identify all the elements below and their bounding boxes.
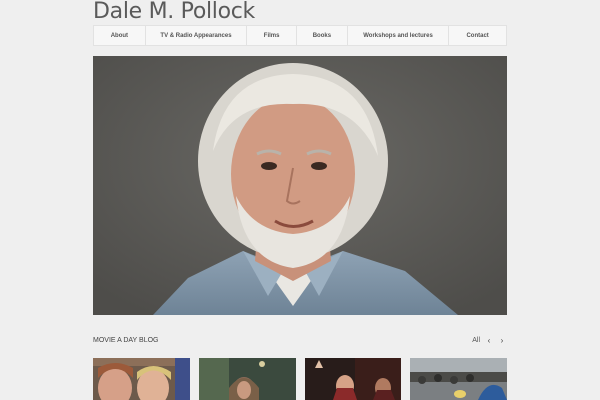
film-still-photo bbox=[93, 358, 190, 400]
chevron-left-icon[interactable]: ‹ bbox=[485, 336, 493, 346]
blog-header: MOVIE A DAY BLOG All ‹ › bbox=[93, 336, 507, 347]
nav-item-about[interactable]: About bbox=[94, 26, 146, 45]
blog-all-link[interactable]: All bbox=[472, 337, 480, 344]
blog-thumbnail[interactable] bbox=[93, 358, 190, 400]
nav-item-tv-radio[interactable]: TV & Radio Appearances bbox=[146, 26, 248, 45]
blog-section-title: MOVIE A DAY BLOG bbox=[93, 337, 159, 344]
nav-item-workshops[interactable]: Workshops and lectures bbox=[348, 26, 450, 45]
blog-thumbnail[interactable] bbox=[304, 358, 402, 400]
portrait-photo bbox=[93, 56, 507, 315]
film-still-photo bbox=[198, 358, 296, 400]
nav-item-books[interactable]: Books bbox=[297, 26, 348, 45]
nav-item-films[interactable]: Films bbox=[247, 26, 298, 45]
main-nav: About TV & Radio Appearances Films Books… bbox=[93, 25, 507, 46]
nav-item-contact[interactable]: Contact bbox=[449, 26, 506, 45]
site-title[interactable]: Dale M. Pollock bbox=[93, 0, 255, 25]
blog-thumbnails bbox=[93, 358, 507, 400]
blog-thumbnail[interactable] bbox=[198, 358, 296, 400]
chevron-right-icon[interactable]: › bbox=[498, 336, 506, 346]
blog-thumbnail[interactable] bbox=[410, 358, 507, 400]
hero-portrait bbox=[93, 56, 507, 315]
film-still-photo bbox=[304, 358, 402, 400]
film-still-photo bbox=[410, 358, 507, 400]
